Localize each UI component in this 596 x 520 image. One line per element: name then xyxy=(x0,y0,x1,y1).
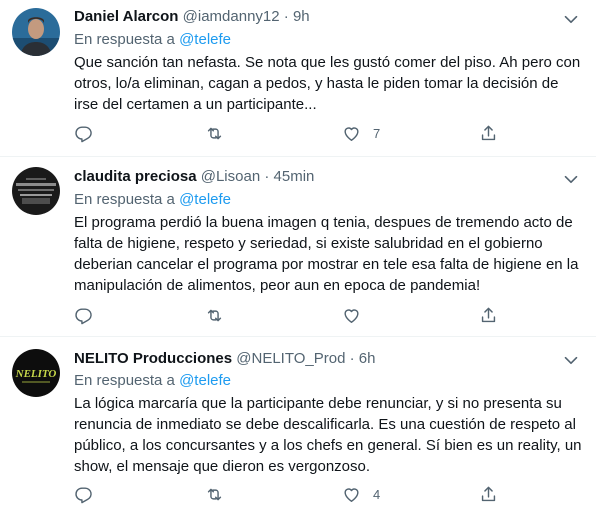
user-handle[interactable]: @Lisoan xyxy=(201,168,260,185)
share-button[interactable] xyxy=(479,304,498,326)
tweet-text: La lógica marcaría que la participante d… xyxy=(74,395,582,475)
tweet-actions xyxy=(74,304,514,328)
timestamp[interactable]: 6h xyxy=(359,350,376,367)
reply-icon xyxy=(74,485,93,504)
reply-mention-link[interactable]: @telefe xyxy=(179,372,231,389)
reply-button[interactable] xyxy=(74,122,93,144)
tweet-header: Daniel Alarcon @iamdanny12 · 9h xyxy=(74,8,310,25)
timestamp[interactable]: 9h xyxy=(293,8,310,25)
reply-prefix: En respuesta a xyxy=(74,31,175,48)
avatar[interactable] xyxy=(12,167,60,215)
dot-separator: · xyxy=(283,8,289,25)
like-button[interactable] xyxy=(342,304,373,326)
retweet-button[interactable] xyxy=(205,483,224,505)
retweet-button[interactable] xyxy=(205,122,224,144)
reply-icon xyxy=(74,124,93,143)
reply-button[interactable] xyxy=(74,483,93,505)
svg-text:NELITO: NELITO xyxy=(15,368,57,380)
display-name[interactable]: Daniel Alarcon xyxy=(74,8,178,25)
reply-mention-link[interactable]: @telefe xyxy=(179,191,231,208)
dot-separator: · xyxy=(349,350,355,367)
share-icon xyxy=(479,485,498,504)
avatar[interactable]: NELITO xyxy=(12,349,60,397)
reply-context: En respuesta a @telefe xyxy=(74,372,231,389)
reply-context: En respuesta a @telefe xyxy=(74,191,231,208)
tweet-actions: 7 xyxy=(74,122,514,146)
reply-mention-link[interactable]: @telefe xyxy=(179,31,231,48)
tweet-text: El programa perdió la buena imagen q ten… xyxy=(74,214,579,294)
more-options-chevron-down-icon[interactable] xyxy=(560,8,582,30)
share-icon xyxy=(479,306,498,325)
reply-button[interactable] xyxy=(74,304,93,326)
display-name[interactable]: NELITO Producciones xyxy=(74,350,232,367)
user-handle[interactable]: @NELITO_Prod xyxy=(236,350,345,367)
tweet[interactable]: NELITO NELITO Producciones @NELITO_Prod … xyxy=(0,337,596,520)
like-count: 4 xyxy=(373,486,381,502)
share-button[interactable] xyxy=(479,122,498,144)
dot-separator: · xyxy=(264,168,270,185)
reply-icon xyxy=(74,306,93,325)
avatar[interactable] xyxy=(12,8,60,56)
tweet[interactable]: Daniel Alarcon @iamdanny12 · 9h En respu… xyxy=(0,0,596,157)
reply-prefix: En respuesta a xyxy=(74,191,175,208)
retweet-icon xyxy=(205,485,224,504)
heart-icon xyxy=(342,485,361,504)
tweet-header: NELITO Producciones @NELITO_Prod · 6h xyxy=(74,350,375,367)
tweet-text: Que sanción tan nefasta. Se nota que les… xyxy=(74,54,581,113)
heart-icon xyxy=(342,124,361,143)
more-options-chevron-down-icon[interactable] xyxy=(560,349,582,371)
user-handle[interactable]: @iamdanny12 xyxy=(183,8,280,25)
share-icon xyxy=(479,124,498,143)
share-button[interactable] xyxy=(479,483,498,505)
tweet[interactable]: claudita preciosa @Lisoan · 45min En res… xyxy=(0,157,596,337)
tweet-actions: 4 xyxy=(74,483,514,507)
reply-prefix: En respuesta a xyxy=(74,372,175,389)
timestamp[interactable]: 45min xyxy=(274,168,315,185)
like-button[interactable]: 7 xyxy=(342,122,380,144)
like-button[interactable]: 4 xyxy=(342,483,380,505)
display-name[interactable]: claudita preciosa xyxy=(74,168,197,185)
retweet-icon xyxy=(205,306,224,325)
reply-context: En respuesta a @telefe xyxy=(74,31,231,48)
more-options-chevron-down-icon[interactable] xyxy=(560,168,582,190)
retweet-button[interactable] xyxy=(205,304,224,326)
tweet-header: claudita preciosa @Lisoan · 45min xyxy=(74,168,314,185)
retweet-icon xyxy=(205,124,224,143)
heart-icon xyxy=(342,306,361,325)
like-count: 7 xyxy=(373,125,381,141)
